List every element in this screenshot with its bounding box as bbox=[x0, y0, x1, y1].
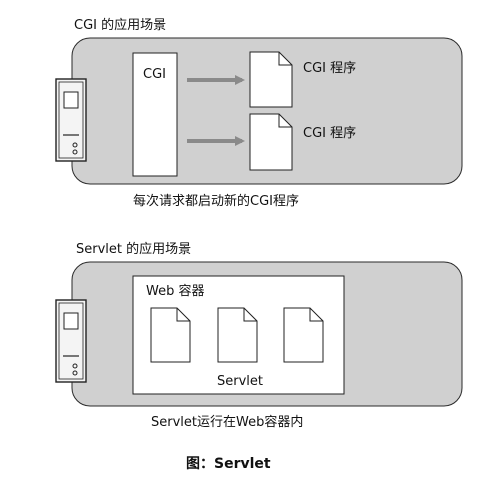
servlet-label: Servlet bbox=[217, 374, 263, 389]
web-container-label: Web 容器 bbox=[146, 284, 205, 299]
diagram: CGI 的应用场景 CGI CGI 程序 CGI 程序 每次请求都启动新的CGI… bbox=[0, 0, 485, 488]
cgi-program-label-1: CGI 程序 bbox=[303, 61, 357, 76]
servlet-caption: Servlet运行在Web容器内 bbox=[151, 415, 304, 430]
document-icon bbox=[217, 307, 258, 363]
server-icon bbox=[55, 78, 87, 162]
cgi-caption: 每次请求都启动新的CGI程序 bbox=[133, 194, 299, 209]
server-icon bbox=[55, 299, 87, 383]
servlet-section-title: Servlet 的应用场景 bbox=[76, 242, 192, 257]
cgi-box-label: CGI bbox=[143, 67, 166, 82]
cgi-section-title: CGI 的应用场景 bbox=[74, 18, 167, 33]
document-icon bbox=[283, 307, 324, 363]
cgi-program-label-2: CGI 程序 bbox=[303, 126, 357, 141]
document-icon bbox=[249, 51, 293, 108]
document-icon bbox=[249, 113, 293, 171]
figure-caption: 图：Servlet bbox=[186, 456, 271, 472]
document-icon bbox=[150, 307, 191, 363]
